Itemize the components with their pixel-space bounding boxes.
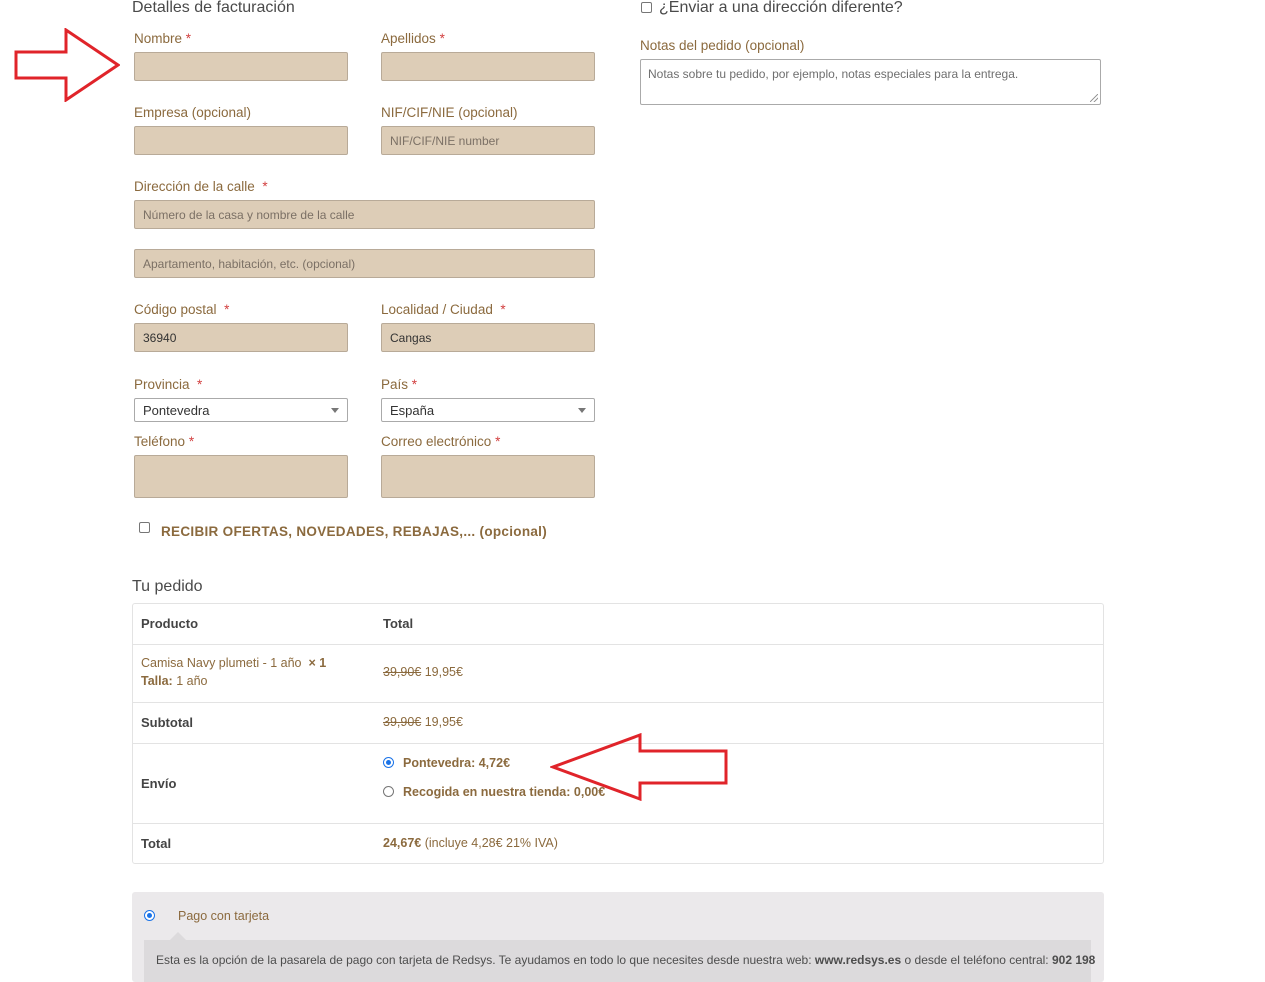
table-row-item: Camisa Navy plumeti - 1 año × 1 Talla: 1…: [141, 656, 326, 688]
country-select[interactable]: España: [381, 398, 595, 422]
total-tax-note: (incluye 4,28€ 21% IVA): [424, 836, 558, 850]
col-total-header: Total: [383, 616, 414, 631]
province-value: Pontevedra: [143, 402, 210, 418]
street-input[interactable]: [134, 200, 595, 229]
subtotal-current-price: 19,95€: [424, 715, 463, 729]
street2-input[interactable]: [134, 249, 595, 278]
item-size-value: 1 año: [176, 674, 208, 688]
item-old-price: 39,90€: [383, 665, 422, 679]
shipping-label: Envío: [141, 776, 177, 791]
order-title: Tu pedido: [132, 578, 203, 595]
company-label: Empresa (opcional): [134, 105, 252, 120]
billing-title: Detalles de facturación: [132, 0, 295, 16]
item-current-price: 19,95€: [424, 665, 463, 679]
payment-web-link[interactable]: www.redsys.es: [815, 953, 901, 967]
arrow-left-annotation-icon: [550, 733, 728, 801]
different-address-label: ¿Enviar a una dirección diferente?: [659, 0, 903, 16]
item-size-label: Talla:: [141, 674, 173, 688]
total-price: 24,67€ (incluye 4,28€ 21% IVA): [383, 836, 558, 850]
item-name: Camisa Navy plumeti - 1 año: [141, 656, 302, 670]
province-label: Provincia *: [134, 377, 203, 392]
payment-box: Pago con tarjeta Esta es la opción de la…: [132, 892, 1104, 982]
shipping-option-pontevedra: Pontevedra: 4,72€: [403, 756, 511, 770]
company-input[interactable]: [134, 126, 348, 155]
item-qty: × 1: [308, 656, 327, 670]
payment-phone: 902 198: [1051, 953, 1096, 967]
arrow-right-annotation-icon: [14, 28, 120, 102]
newsletter-checkbox[interactable]: [139, 522, 150, 533]
email-label: Correo electrónico *: [381, 434, 501, 449]
city-label: Localidad / Ciudad *: [381, 302, 506, 317]
phone-input[interactable]: [134, 455, 348, 498]
resize-handle-icon[interactable]: [1090, 94, 1098, 102]
chevron-down-icon: [331, 408, 339, 413]
different-address-checkbox[interactable]: [641, 2, 652, 13]
subtotal-old-price: 39,90€: [383, 715, 422, 729]
postcode-label: Código postal *: [134, 302, 230, 317]
order-notes-placeholder: Notas sobre tu pedido, por ejemplo, nota…: [648, 67, 1019, 81]
shipping-radio-pickup[interactable]: [383, 786, 394, 797]
first-name-label: Nombre *: [134, 31, 192, 46]
payment-method-label: Pago con tarjeta: [178, 909, 270, 923]
shipping-radio-pontevedra[interactable]: [383, 757, 394, 768]
country-value: España: [390, 402, 435, 418]
nif-label: NIF/CIF/NIE (opcional): [381, 105, 518, 120]
first-name-input[interactable]: [134, 52, 348, 81]
province-select[interactable]: Pontevedra: [134, 398, 348, 422]
total-label: Total: [141, 836, 172, 851]
last-name-label: Apellidos *: [381, 31, 445, 46]
last-name-input[interactable]: [381, 52, 595, 81]
newsletter-label: RECIBIR OFERTAS, NOVEDADES, REBAJAS,... …: [161, 524, 548, 539]
col-product-header: Producto: [141, 616, 199, 631]
payment-radio-card[interactable]: [144, 910, 155, 921]
payment-pointer: [170, 932, 186, 940]
payment-description: Esta es la opción de la pasarela de pago…: [144, 940, 1095, 982]
city-input[interactable]: [381, 323, 595, 352]
item-price: 39,90€ 19,95€: [383, 665, 463, 679]
email-input[interactable]: [381, 455, 595, 498]
postcode-input[interactable]: [134, 323, 348, 352]
street-label: Dirección de la calle *: [134, 179, 268, 194]
order-notes-label: Notas del pedido (opcional): [640, 38, 805, 53]
subtotal-label: Subtotal: [141, 715, 193, 730]
subtotal-price: 39,90€ 19,95€: [383, 715, 463, 729]
total-amount: 24,67€: [383, 836, 422, 850]
phone-label: Teléfono *: [134, 434, 195, 449]
country-label: País *: [381, 377, 418, 392]
order-notes-textarea[interactable]: Notas sobre tu pedido, por ejemplo, nota…: [640, 59, 1101, 105]
chevron-down-icon: [578, 408, 586, 413]
nif-input[interactable]: [381, 126, 595, 155]
